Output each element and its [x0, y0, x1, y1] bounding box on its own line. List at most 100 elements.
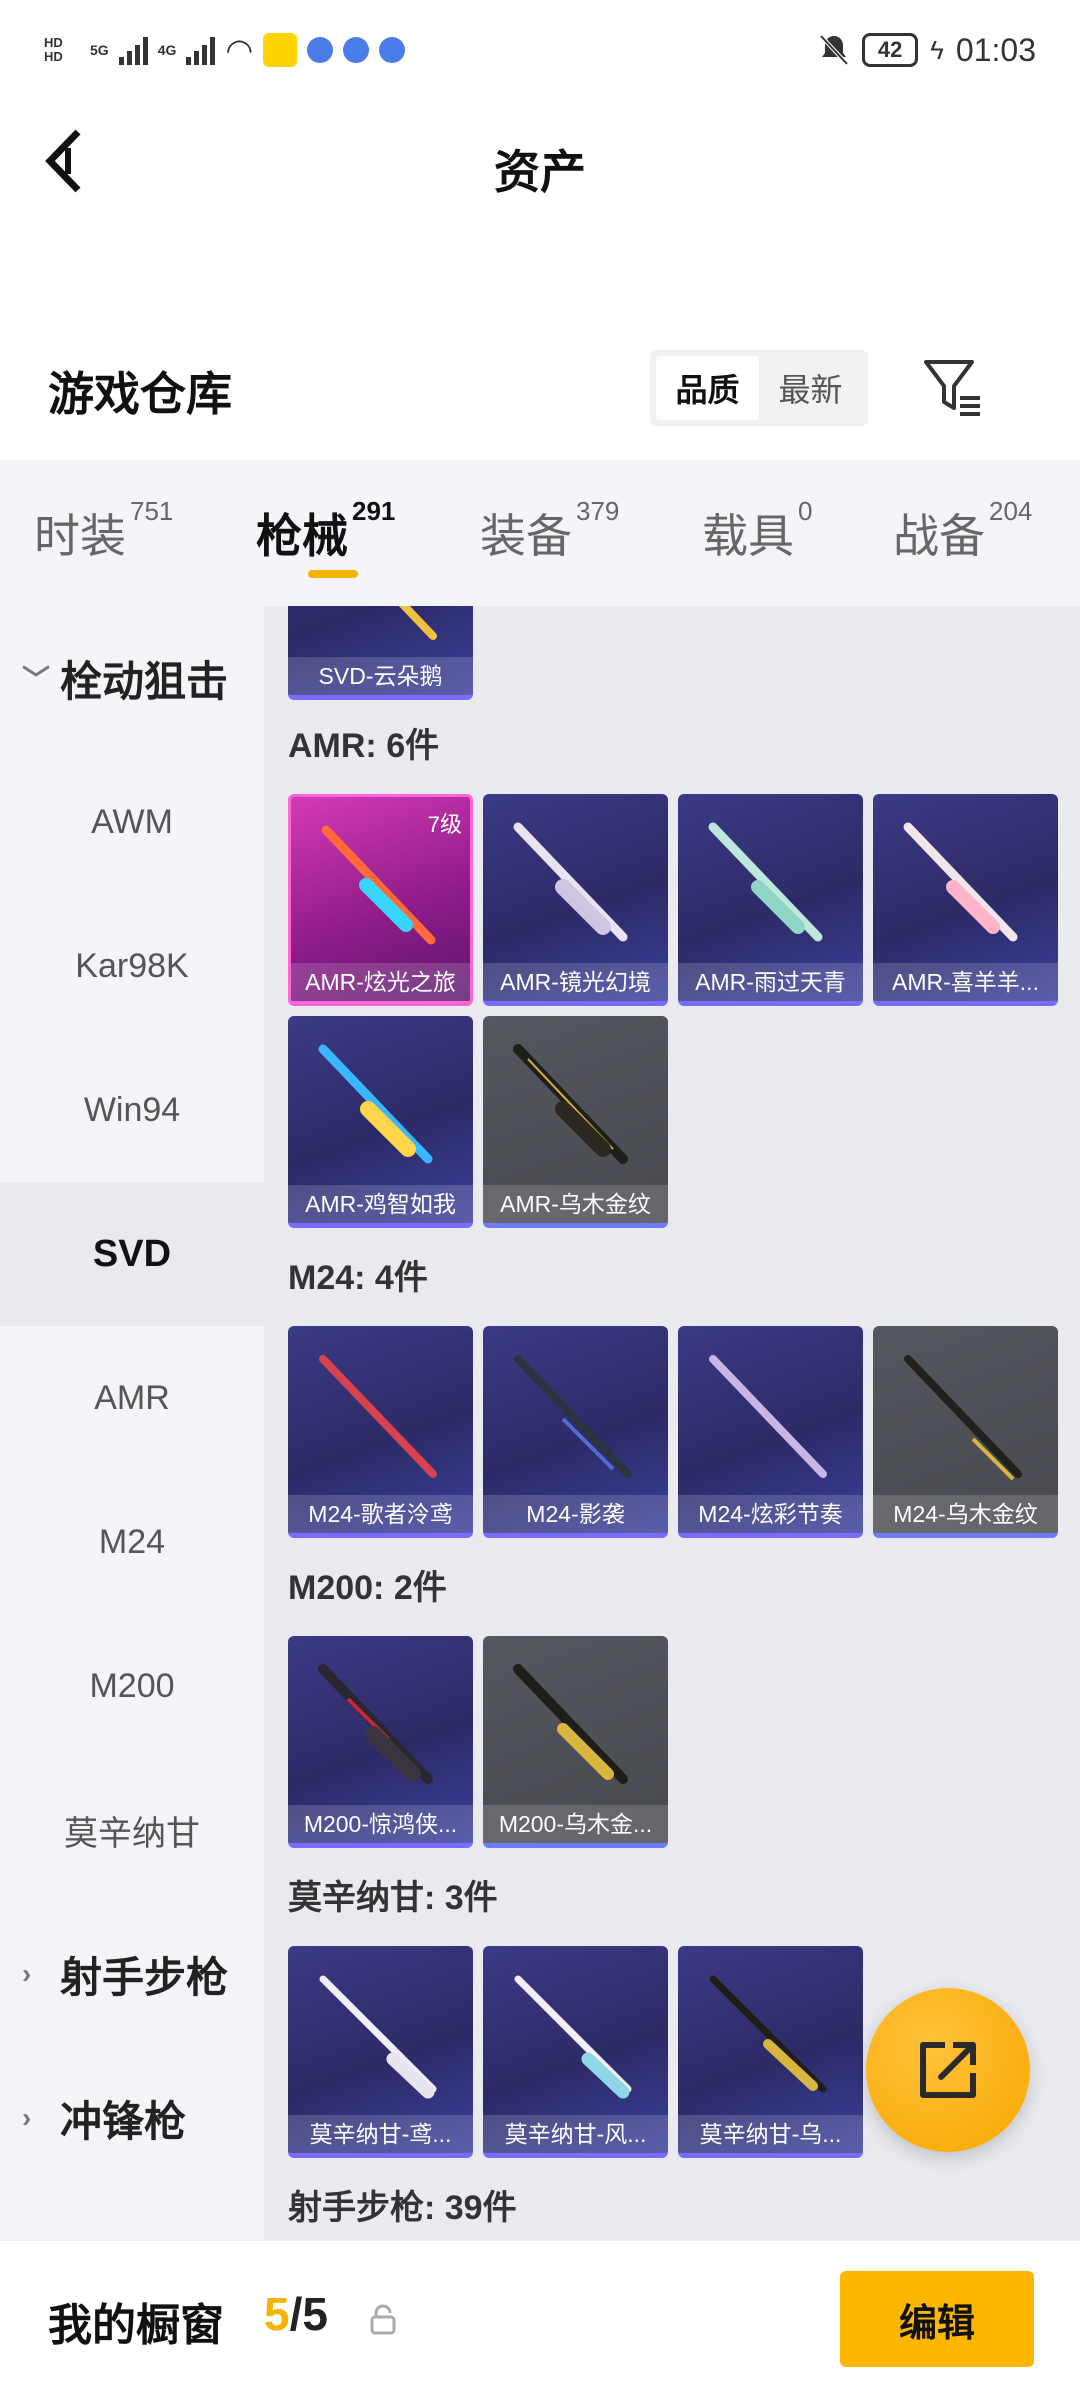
section-label-amr: AMR: 6件	[288, 727, 440, 765]
weapon-card[interactable]: SVD-云朵鹅	[288, 606, 473, 700]
rifle-skin-icon	[709, 1975, 827, 2093]
rifle-skin-icon	[514, 1355, 632, 1478]
rifle-skin-icon	[319, 1355, 437, 1478]
rifle-skin-icon	[708, 822, 823, 942]
rifle-skin-icon	[904, 1355, 1022, 1481]
weapon-card-name: SVD-云朵鹅	[288, 657, 473, 695]
section-label-marksman: 射手步枪: 39件	[288, 2189, 517, 2227]
bell-muted-icon	[819, 34, 849, 66]
tab-label: 枪械	[256, 510, 348, 562]
weapon-card[interactable]: 莫辛纳甘-风...	[483, 1946, 668, 2158]
section-label-mosin: 莫辛纳甘: 3件	[288, 1879, 498, 1917]
status-right: 42 ϟ 01:03	[818, 26, 1036, 74]
tab-costume[interactable]: 时装 751	[34, 496, 173, 566]
weapon-card-name: M200-乌木金...	[483, 1805, 668, 1843]
weapon-card-name: 莫辛纳甘-风...	[483, 2115, 668, 2153]
weapon-card-name: AMR-喜羊羊...	[873, 963, 1058, 1001]
tab-equipment[interactable]: 装备 379	[480, 496, 619, 566]
app-notification-icon	[263, 33, 298, 67]
sidebar-group-bolt-sniper[interactable]: ﹀ 栓动狙击	[0, 606, 264, 750]
sidebar-item-m200[interactable]: M200	[0, 1614, 264, 1758]
tab-count: 379	[576, 496, 620, 526]
weapon-card[interactable]: AMR-乌木金纹	[483, 1016, 668, 1228]
showcase-total: /5	[289, 2288, 328, 2340]
sidebar-item-win94[interactable]: Win94	[0, 1038, 264, 1182]
weapon-card[interactable]: M200-惊鸿侠...	[288, 1636, 473, 1848]
rifle-skin-icon	[319, 1975, 437, 2099]
rifle-skin-icon	[513, 1664, 628, 1784]
sort-option-latest[interactable]: 最新	[759, 356, 862, 420]
rifle-skin-icon	[903, 822, 1018, 942]
showcase-bar: 我的橱窗 5/5 编辑	[0, 2240, 1080, 2400]
weapon-card[interactable]: AMR-雨过天青	[678, 794, 863, 1006]
showcase-title: 我的橱窗	[48, 2301, 224, 2350]
weapon-card[interactable]: M24-炫彩节奏	[678, 1326, 863, 1538]
tab-vehicles[interactable]: 载具 0	[702, 496, 812, 566]
sidebar-item-kar98k[interactable]: Kar98K	[0, 894, 264, 1038]
showcase-count: 5/5	[264, 2287, 328, 2341]
filter-button[interactable]	[920, 354, 986, 420]
rifle-skin-icon	[514, 1975, 632, 2099]
tab-weapons[interactable]: 枪械 291	[256, 496, 395, 566]
weapon-card[interactable]: AMR-鸡智如我	[288, 1016, 473, 1228]
weapon-card[interactable]: 莫辛纳甘-乌...	[678, 1946, 863, 2158]
weapon-card-name: AMR-雨过天青	[678, 963, 863, 1001]
weapon-card[interactable]: 7级 AMR-炫光之旅	[288, 794, 473, 1006]
tab-label: 时装	[34, 510, 126, 562]
weapon-card-name: AMR-乌木金纹	[483, 1185, 668, 1223]
sidebar-item-mosin[interactable]: 莫辛纳甘	[0, 1758, 264, 1902]
tab-supplies[interactable]: 战备 204	[893, 496, 1032, 566]
weapon-card-name: M200-惊鸿侠...	[288, 1805, 473, 1843]
sidebar-group-smg[interactable]: › 冲锋枪	[0, 2046, 264, 2190]
sidebar-item-m24[interactable]: M24	[0, 1470, 264, 1614]
tab-label: 战备	[893, 510, 985, 562]
clock: 01:03	[955, 31, 1036, 68]
weapon-sidebar: ﹀ 栓动狙击 AWM Kar98K Win94 SVD AMR M24 M200…	[0, 606, 264, 2240]
share-button[interactable]	[866, 1988, 1030, 2152]
sort-option-quality[interactable]: 品质	[656, 356, 759, 420]
weapon-card-name: AMR-镜光幻境	[483, 963, 668, 1001]
hd-indicator: HD HD	[44, 36, 80, 64]
category-tabs: 时装 751 枪械 291 装备 379 载具 0 战备 204	[0, 460, 1080, 606]
chevron-right-icon: ›	[22, 1958, 32, 1989]
rifle-skin-icon	[709, 1355, 827, 1478]
sidebar-item-label: 射手步枪	[60, 1953, 229, 2001]
weapon-card[interactable]: M24-影袭	[483, 1326, 668, 1538]
app-notification-icon	[307, 37, 334, 63]
rifle-skin-icon	[398, 606, 437, 640]
battery-level: 42	[877, 37, 903, 62]
tab-count: 0	[798, 496, 813, 526]
sidebar-item-svd[interactable]: SVD	[0, 1182, 264, 1326]
weapon-card[interactable]: AMR-喜羊羊...	[873, 794, 1058, 1006]
page-title: 资产	[494, 146, 586, 198]
weapon-card[interactable]: AMR-镜光幻境	[483, 794, 668, 1006]
sort-toggle: 品质 最新	[650, 350, 868, 426]
warehouse-title: 游戏仓库	[48, 368, 232, 420]
signal-1-label: 5G	[90, 42, 109, 58]
weapon-card[interactable]: 莫辛纳甘-鸢...	[288, 1946, 473, 2158]
hd-label-1: HD	[44, 35, 63, 50]
weapon-card-name: M24-影袭	[483, 1495, 668, 1533]
edit-button[interactable]: 编辑	[840, 2271, 1034, 2367]
sidebar-item-awm[interactable]: AWM	[0, 750, 264, 894]
weapon-card[interactable]: M24-乌木金纹	[873, 1326, 1058, 1538]
status-left: HD HD 5G 4G ◠	[44, 26, 406, 74]
weapon-card[interactable]: M24-歌者泠鸢	[288, 1326, 473, 1538]
sidebar-item-amr[interactable]: AMR	[0, 1326, 264, 1470]
chevron-down-icon: ﹀	[22, 664, 51, 695]
weapon-card-name: M24-炫彩节奏	[678, 1495, 863, 1533]
rifle-skin-icon	[318, 1044, 433, 1164]
status-bar: HD HD 5G 4G ◠ 42 ϟ 01:03	[0, 0, 1080, 100]
tab-label: 载具	[702, 510, 794, 562]
signal-bars-2-icon	[186, 35, 216, 65]
weapon-card-name: M24-乌木金纹	[873, 1495, 1058, 1533]
hd-label-2: HD	[44, 49, 63, 64]
section-label-m24: M24: 4件	[288, 1259, 428, 1297]
sidebar-group-marksman[interactable]: › 射手步枪	[0, 1902, 264, 2046]
chevron-right-icon: ›	[22, 2102, 32, 2133]
tab-label: 装备	[480, 510, 572, 562]
weapon-card[interactable]: M200-乌木金...	[483, 1636, 668, 1848]
tab-count: 291	[352, 496, 396, 526]
sidebar-item-label: 冲锋枪	[60, 2097, 187, 2145]
tab-count: 204	[989, 496, 1033, 526]
